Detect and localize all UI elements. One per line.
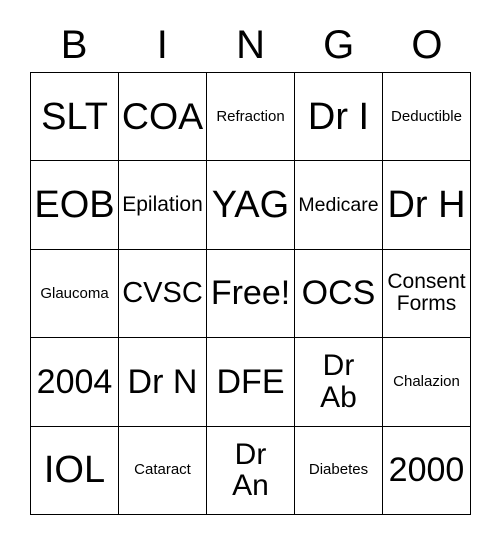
bingo-cell[interactable]: EOB xyxy=(31,161,119,250)
bingo-cell-label: Diabetes xyxy=(308,461,369,479)
bingo-cell[interactable]: Consent Forms xyxy=(383,249,471,339)
bingo-cell[interactable]: Dr H xyxy=(383,161,471,250)
bingo-cell-label: OCS xyxy=(301,274,376,313)
bingo-header-letter-i: I xyxy=(156,23,168,67)
bingo-cell[interactable]: Epilation xyxy=(119,161,207,250)
bingo-cell-label: 2000 xyxy=(388,451,465,490)
bingo-grid: SLT COA Refraction Dr I Deductible EOB E… xyxy=(30,72,471,515)
bingo-cell-label: 2004 xyxy=(36,362,113,401)
bingo-cell-label: Dr An xyxy=(232,437,269,503)
bingo-cell-label: Refraction xyxy=(216,107,285,125)
bingo-cell[interactable]: Cataract xyxy=(119,426,207,515)
bingo-cell[interactable]: Dr An xyxy=(207,426,295,515)
bingo-cell[interactable]: Dr Ab xyxy=(295,338,383,427)
bingo-cell[interactable]: Glaucoma xyxy=(31,249,119,339)
bingo-header-letter-g: G xyxy=(323,23,355,67)
bingo-cell[interactable]: OCS xyxy=(295,249,383,339)
bingo-cell[interactable]: SLT xyxy=(31,73,119,162)
bingo-cell[interactable]: Refraction xyxy=(207,73,295,162)
bingo-cell[interactable]: YAG xyxy=(207,161,295,250)
bingo-cell-label: Deductible xyxy=(391,107,462,125)
bingo-cell-label: Glaucoma xyxy=(40,284,109,302)
bingo-cell-label: COA xyxy=(121,94,204,137)
bingo-cell[interactable]: CVSC xyxy=(119,249,207,339)
bingo-cell-label: SLT xyxy=(41,95,108,138)
bingo-cell[interactable]: Deductible xyxy=(383,73,471,162)
bingo-cell[interactable]: Diabetes xyxy=(295,426,383,515)
bingo-header-letter-b: B xyxy=(60,23,88,67)
bingo-cell-label: Dr N xyxy=(127,362,198,401)
bingo-cell-label: EOB xyxy=(34,183,115,226)
bingo-cell-label: Dr H xyxy=(387,183,466,226)
bingo-cell-label: Medicare xyxy=(298,193,379,216)
bingo-cell[interactable]: Medicare xyxy=(295,161,383,250)
bingo-header-letter-o: O xyxy=(411,23,443,67)
bingo-cell[interactable]: COA xyxy=(119,73,207,162)
bingo-cell[interactable]: DFE xyxy=(207,338,295,427)
bingo-cell-label: Free! xyxy=(210,274,291,313)
bingo-cell-label: Chalazion xyxy=(393,372,460,390)
bingo-cell[interactable]: Dr N xyxy=(119,338,207,427)
bingo-cell[interactable]: 2004 xyxy=(31,338,119,427)
bingo-cell[interactable]: Chalazion xyxy=(383,338,471,427)
bingo-cell-label: CVSC xyxy=(122,277,203,310)
bingo-cell[interactable]: IOL xyxy=(31,426,119,515)
bingo-cell-label: Consent Forms xyxy=(387,270,466,316)
bingo-cell-label: DFE xyxy=(216,362,285,401)
bingo-cell-label: Dr I xyxy=(307,95,370,138)
bingo-cell-label: IOL xyxy=(43,449,106,492)
bingo-cell-label: Cataract xyxy=(134,461,191,479)
bingo-card: B I N G O SLT COA Refraction Dr I Deduct… xyxy=(0,0,500,544)
bingo-cell[interactable]: 2000 xyxy=(383,426,471,515)
bingo-header-letter-n: N xyxy=(236,23,265,67)
bingo-cell-label: Epilation xyxy=(122,192,203,216)
bingo-cell-label: Dr Ab xyxy=(320,349,357,414)
bingo-cell-label: YAG xyxy=(211,183,290,226)
bingo-header-row: B I N G O xyxy=(30,18,471,72)
bingo-cell-free[interactable]: Free! xyxy=(207,249,295,339)
bingo-cell[interactable]: Dr I xyxy=(295,73,383,162)
